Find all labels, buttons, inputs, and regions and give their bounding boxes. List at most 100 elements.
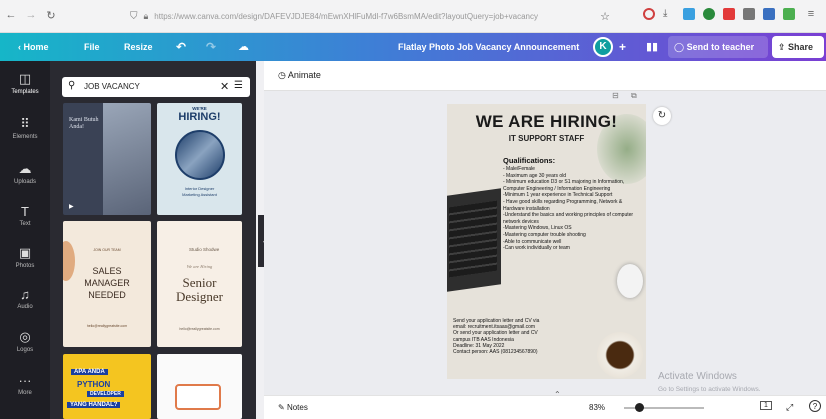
fullscreen-icon[interactable]: ⤢	[786, 402, 793, 413]
animate-icon: ◷	[278, 70, 288, 80]
duplicate-page-icon[interactable]: ⧉	[631, 91, 637, 101]
resize-button[interactable]: Resize	[124, 33, 153, 61]
thumbnail-illustration	[175, 384, 221, 410]
template-thumbnail[interactable]: Kami Butuh Anda! ▶	[63, 103, 151, 215]
editor-bottombar: ✎ Notes ⌃ 83% 1 ⤢ ?	[264, 390, 826, 419]
bookmark-star-icon[interactable]: ☆	[600, 10, 610, 23]
extension-red-icon[interactable]	[723, 8, 735, 20]
zoom-level[interactable]: 83%	[589, 403, 605, 412]
sidebar-item-logos[interactable]: ◎ Logos	[0, 329, 50, 353]
sidebar-item-photos[interactable]: ▣ Photos	[0, 245, 50, 269]
url-text: https://www.canva.com/design/DAFEVJDJE84…	[154, 11, 539, 21]
extension-flag-icon[interactable]	[783, 8, 795, 20]
pocket-icon[interactable]	[643, 8, 655, 20]
send-to-teacher-button[interactable]: ◯ Send to teacher	[668, 36, 768, 58]
share-button[interactable]: ⇪ Share	[772, 36, 824, 58]
thumbnail-line1: APA ANDA	[71, 369, 108, 375]
thumbnail-header: JOIN OUR TEAM	[93, 248, 121, 252]
animate-button[interactable]: ◷ Animate	[278, 70, 321, 81]
document-title[interactable]: Flatlay Photo Job Vacancy Announcement	[398, 33, 579, 61]
poster-qualifications-heading[interactable]: Qualifications:	[503, 156, 555, 165]
user-avatar[interactable]: K	[593, 37, 613, 57]
thumbnail-line3: DEVELOPER	[87, 391, 124, 397]
thumbnail-headline: SALES MANAGER NEEDED	[84, 266, 130, 300]
extension-blue-icon[interactable]	[763, 8, 775, 20]
forward-icon[interactable]: →	[22, 9, 40, 21]
search-query: JOB VACANCY	[84, 82, 140, 91]
photos-icon: ▣	[18, 245, 32, 260]
cloud-saved-icon[interactable]: ☁	[238, 33, 249, 61]
template-thumbnail[interactable]: APA ANDA PYTHON DEVELOPER YANG HANDAL?	[63, 354, 151, 419]
extension-green-icon[interactable]	[703, 8, 715, 20]
sidebar-item-elements[interactable]: ⠿ Elements	[0, 116, 50, 140]
shield-icon: ⛉	[130, 10, 138, 22]
editor-topbar: ‹ Home File Resize ↶ ↷ ☁ Flatlay Photo J…	[0, 33, 826, 61]
filter-icon[interactable]: ☰	[234, 80, 243, 91]
home-button[interactable]: ‹ Home	[18, 33, 49, 61]
thumbnail-headline: HIRING!	[178, 111, 221, 123]
activate-windows-watermark: Activate Windows	[658, 371, 737, 382]
template-thumbnail[interactable]	[157, 354, 242, 419]
notes-button[interactable]: ✎ Notes	[278, 403, 308, 412]
thumbnail-brand: Studio Shodwe	[189, 247, 220, 252]
poster-subtitle[interactable]: IT SUPPORT STAFF	[447, 134, 646, 143]
sidebar-item-audio[interactable]: ♫ Audio	[0, 287, 50, 310]
list-item: -Able to communicate well	[503, 238, 562, 245]
redo-icon[interactable]: ↷	[206, 33, 216, 61]
more-icon: ···	[18, 373, 32, 388]
sidebar-item-uploads[interactable]: ☁ Uploads	[0, 161, 50, 185]
poster-qualifications-list[interactable]: - Male/Female - Maximum age 30 years old…	[503, 166, 645, 252]
template-thumbnail[interactable]: JOIN OUR TEAM SALES MANAGER NEEDED hello…	[63, 221, 151, 347]
thumbnail-text: Kami Butuh Anda!	[69, 117, 99, 130]
help-icon[interactable]: ?	[809, 400, 821, 412]
scroll-up-icon[interactable]: ⌃	[554, 390, 561, 399]
check-circle-icon: ◯	[674, 42, 687, 52]
sidebar-item-more[interactable]: ··· More	[0, 373, 50, 396]
poster-coffee-image	[597, 332, 643, 378]
menu-icon[interactable]: ≡	[802, 8, 820, 20]
clear-search-icon[interactable]: ✕	[220, 80, 229, 93]
play-icon[interactable]: ▶	[69, 203, 74, 210]
audio-icon: ♫	[20, 287, 30, 302]
thumbnail-headline: Senior Designer	[176, 275, 223, 304]
back-icon[interactable]: ←	[2, 9, 20, 21]
sidebar-item-text[interactable]: T Text	[0, 204, 50, 227]
thumbnail-small: We are Hiring	[186, 264, 213, 269]
add-collaborator-icon[interactable]: +	[619, 33, 626, 61]
elements-icon: ⠿	[20, 116, 30, 131]
template-thumbnail[interactable]: WE'RE HIRING! Interior Designer Marketin…	[157, 103, 242, 215]
poster-footer[interactable]: Send your application letter and CV via …	[453, 318, 573, 355]
search-icon: ⚲	[68, 80, 76, 91]
download-icon[interactable]: ⤓	[663, 8, 675, 20]
lock-page-icon[interactable]: ⊟	[612, 91, 619, 100]
list-item: -Mastering computer trouble shooting	[503, 231, 586, 238]
thumbnail-line4: YANG HANDAL?	[67, 402, 121, 408]
thumbnail-contact: hello@reallygreatsite.com	[86, 324, 128, 328]
thumbnail-contact: hello@reallygreatsite.com	[179, 327, 220, 331]
page-number[interactable]: 1	[760, 401, 772, 410]
poster-page[interactable]: WE ARE HIRING! IT SUPPORT STAFF Qualific…	[447, 104, 646, 379]
zoom-slider-handle[interactable]	[635, 403, 644, 412]
refresh-page-icon[interactable]: ↻	[653, 107, 671, 125]
thumbnail-line2: PYTHON	[77, 380, 111, 389]
reload-icon[interactable]: ↻	[42, 9, 60, 22]
file-menu-button[interactable]: File	[84, 33, 100, 61]
template-thumbnail[interactable]: Studio Shodwe We are Hiring Senior Desig…	[157, 221, 242, 347]
undo-icon[interactable]: ↶	[176, 33, 186, 61]
list-item: - Male/Female	[503, 166, 535, 172]
thumbnail-leaf-decoration	[63, 241, 75, 281]
editor-sidebar: ◫ Templates ⠿ Elements ☁ Uploads T Text ▣ Pho…	[0, 61, 50, 419]
address-bar[interactable]: ⛉ 🔒︎ https://www.canva.com/design/DAFEVJ…	[130, 6, 610, 26]
poster-title[interactable]: WE ARE HIRING!	[447, 112, 646, 132]
sidebar-item-templates[interactable]: ◫ Templates	[0, 71, 50, 95]
insights-chart-icon[interactable]: ▮▮	[646, 33, 658, 61]
browser-toolbar: ← → ↻ ⛉ 🔒︎ https://www.canva.com/design/…	[0, 0, 826, 33]
poster-keyboard-image	[449, 200, 497, 278]
canvas-toolbar: ◷ Animate	[264, 61, 826, 91]
template-search-input[interactable]: ⚲ JOB VACANCY ✕ ☰	[62, 77, 250, 97]
list-item: -Understand the basics and working princ…	[503, 212, 634, 225]
logos-icon: ◎	[19, 329, 31, 344]
extension-puzzle-icon[interactable]	[743, 8, 755, 20]
uploads-icon: ☁	[18, 161, 32, 176]
extension-doc-icon[interactable]	[683, 8, 695, 20]
